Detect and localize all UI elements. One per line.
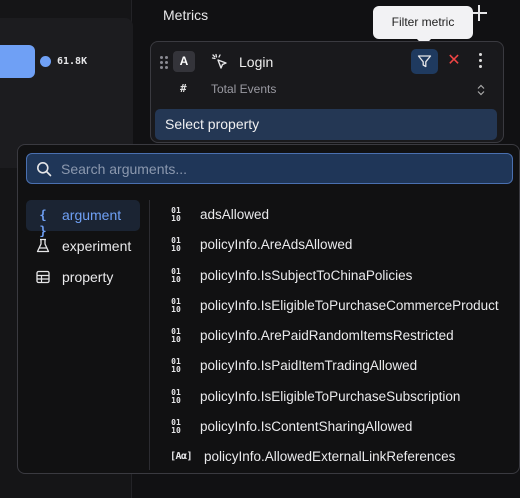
cursor-click-icon (211, 53, 229, 71)
binary-type-icon: 01 10 (171, 387, 181, 405)
argument-item[interactable]: 01 10 adsAllowed (166, 200, 516, 230)
binary-type-icon: 01 10 (171, 206, 181, 223)
aggregation-select[interactable]: Total Events (211, 82, 276, 96)
argument-label: policyInfo.AreAdsAllowed (200, 237, 353, 253)
filter-icon (417, 55, 432, 68)
category-label: argument (62, 207, 122, 223)
drag-handle-icon[interactable] (160, 56, 168, 69)
chart-bar (0, 45, 35, 78)
binary-type-icon: 01 10 (171, 357, 181, 375)
legend-dot (40, 56, 51, 67)
argument-item[interactable]: 01 10 policyInfo.AreAdsAllowed (166, 230, 516, 260)
table-icon (35, 269, 51, 285)
category-item-argument[interactable]: { } argument (26, 200, 140, 238)
argument-label: policyInfo.IsContentSharingAllowed (200, 419, 413, 435)
metrics-title: Metrics (163, 7, 209, 23)
hash-icon: # (180, 82, 187, 95)
argument-item[interactable]: 01 10 policyInfo.IsContentSharingAllowed (166, 412, 516, 442)
category-label: property (62, 269, 114, 285)
category-list: { } argument experiment property (26, 200, 140, 293)
legend-value: 61.8K (57, 56, 88, 67)
argument-label: adsAllowed (200, 207, 270, 222)
divider (149, 200, 150, 470)
remove-metric-button[interactable]: ✕ (445, 51, 463, 71)
argument-item[interactable]: [Aα] policyInfo.AllowedExternalLinkRefer… (166, 442, 516, 472)
argument-item[interactable]: 01 10 policyInfo.IsPaidItemTradingAllowed (166, 351, 516, 381)
argument-item[interactable]: 01 10 policyInfo.IsSubjectToChinaPolicies (166, 261, 516, 291)
filter-metric-tooltip: Filter metric (373, 6, 473, 39)
binary-type-icon: 01 10 (171, 266, 181, 284)
search-box (26, 153, 513, 184)
binary-type-icon: 01 10 (171, 418, 181, 436)
metric-card: A Login ✕ # Total Events Select property (150, 41, 504, 143)
argument-item[interactable]: 01 10 policyInfo.ArePaidRandomItemsRestri… (166, 321, 516, 351)
argument-list: 01 10 adsAllowed 01 10 policyInfo.AreAdsAl… (166, 200, 516, 473)
argument-label: policyInfo.IsPaidItemTradingAllowed (200, 358, 418, 374)
category-item-experiment[interactable]: experiment (26, 231, 140, 262)
argument-label: policyInfo.IsEligibleToPurchaseSubscript… (200, 388, 461, 404)
braces-icon: { } (39, 208, 47, 238)
argument-label: policyInfo.ArePaidRandomItemsRestricted (200, 328, 454, 344)
argument-label: policyInfo.AllowedExternalLinkReferences (204, 449, 456, 465)
select-property-field[interactable]: Select property (155, 109, 497, 140)
search-input[interactable] (61, 154, 501, 183)
binary-type-icon: 01 10 (171, 236, 181, 254)
binary-type-icon: 01 10 (171, 296, 181, 314)
argument-item[interactable]: 01 10 policyInfo.IsEligibleToPurchaseComm… (166, 291, 516, 321)
search-icon (37, 162, 52, 177)
category-item-property[interactable]: property (26, 262, 140, 293)
binary-type-icon: 01 10 (171, 327, 181, 345)
chevron-updown-icon[interactable] (477, 83, 485, 96)
category-label: experiment (62, 238, 132, 254)
argument-label: policyInfo.IsSubjectToChinaPolicies (200, 267, 413, 283)
event-name[interactable]: Login (239, 54, 273, 70)
argument-label: policyInfo.IsEligibleToPurchaseCommerceP… (200, 297, 499, 313)
filter-button[interactable] (411, 49, 438, 74)
close-icon: ✕ (447, 52, 461, 69)
metric-badge: A (173, 51, 195, 72)
argument-dropdown: { } argument experiment property 0110 ad… (17, 144, 520, 474)
text-array-type-icon: [Aα] (169, 451, 193, 463)
more-options-icon[interactable] (473, 51, 487, 71)
argument-item[interactable]: 01 10 policyInfo.IsEligibleToPurchaseSubs… (166, 382, 516, 412)
flask-icon (35, 238, 51, 254)
